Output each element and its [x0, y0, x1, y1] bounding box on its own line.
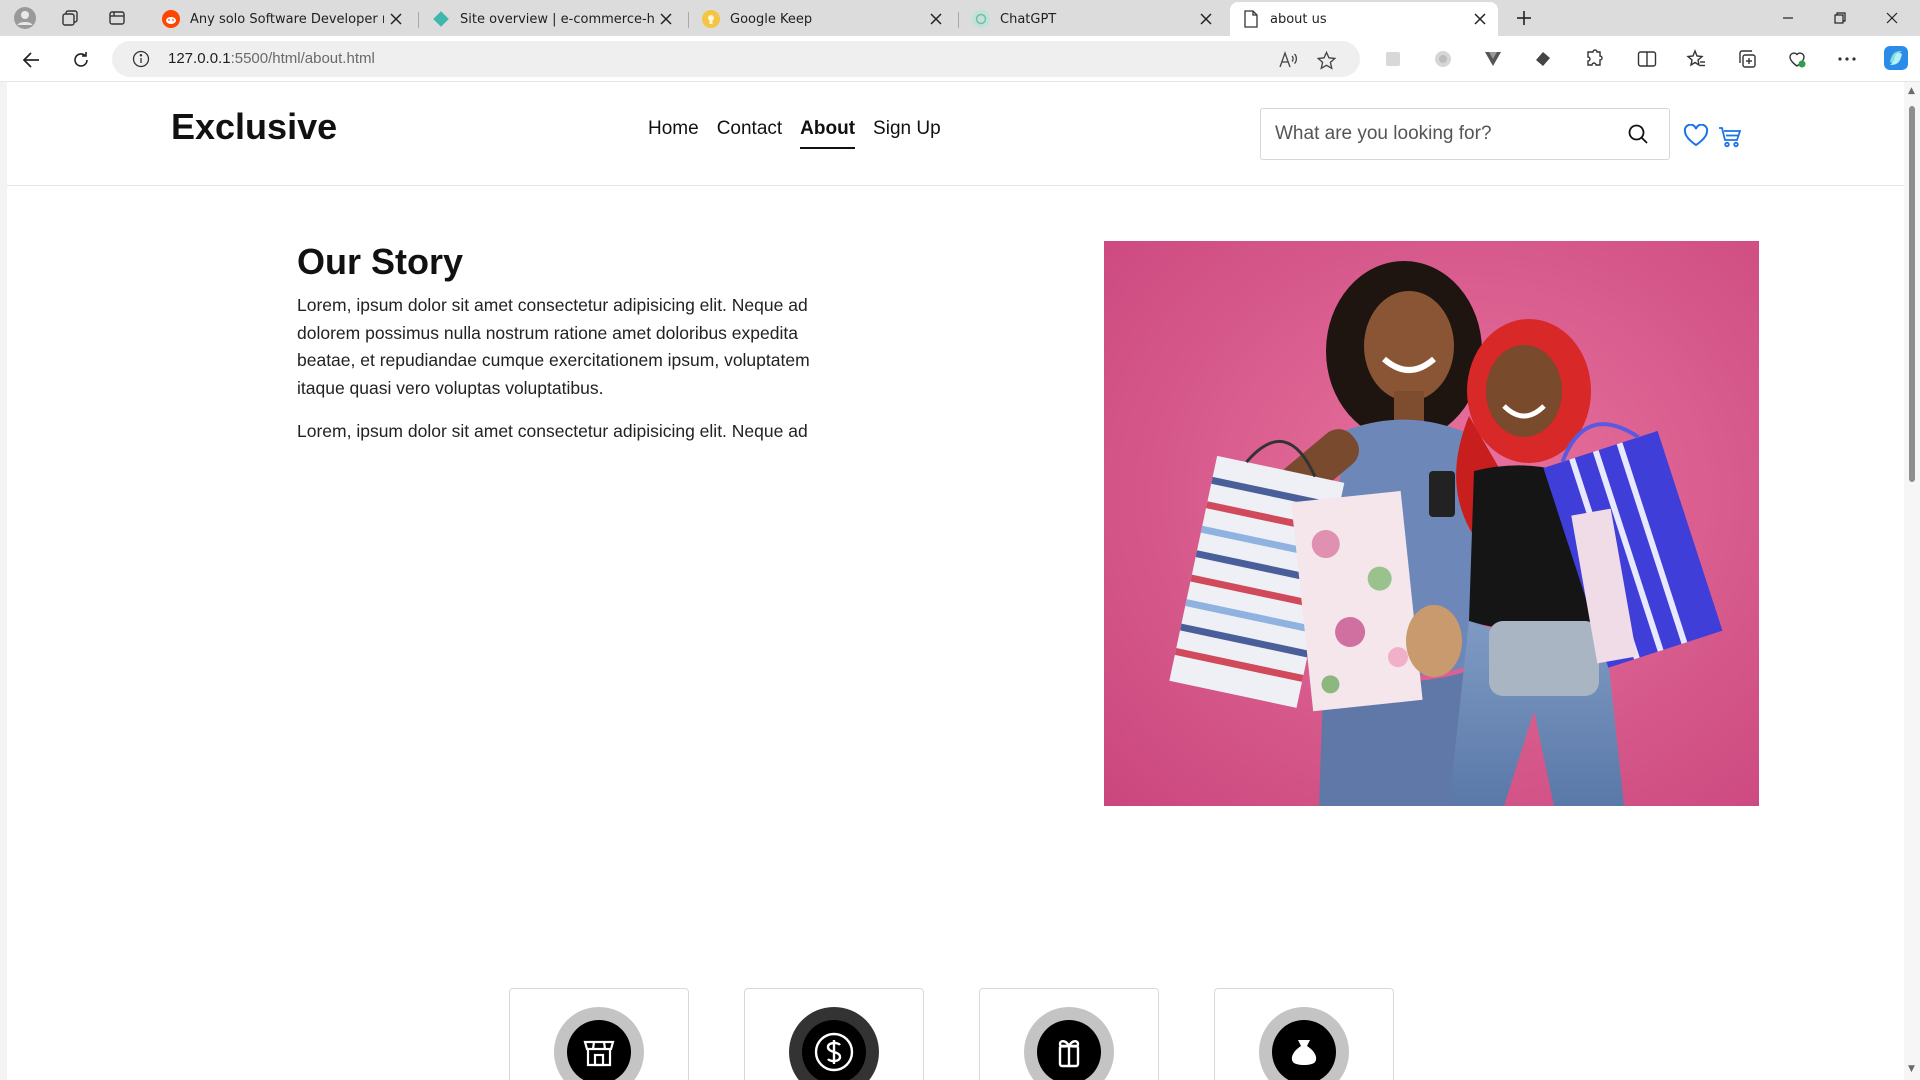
nav-home[interactable]: Home — [648, 118, 699, 149]
collections-icon[interactable] — [1735, 47, 1759, 71]
tab-google-keep[interactable]: Google Keep — [690, 2, 954, 36]
reload-icon[interactable] — [65, 44, 97, 76]
search-box — [1260, 108, 1670, 160]
tab-title: Any solo Software Developer ma — [190, 11, 384, 27]
scroll-down-arrow-icon[interactable]: ▼ — [1908, 1064, 1915, 1074]
gift-icon — [1037, 1020, 1101, 1080]
page-viewport: Exclusive Home Contact About Sign Up Our… — [0, 82, 1904, 1080]
url-host: 127.0.0.1 — [168, 50, 231, 67]
stat-icon-ring — [1024, 1007, 1114, 1080]
extension-vue-icon[interactable] — [1481, 47, 1505, 71]
scrollbar-thumb[interactable] — [1909, 106, 1915, 482]
url-path: :5500/html/about.html — [230, 50, 375, 67]
close-tab-icon[interactable] — [1194, 7, 1218, 31]
stat-card — [979, 988, 1159, 1080]
moneybag-icon — [1272, 1020, 1336, 1080]
back-icon[interactable] — [15, 44, 47, 76]
tab-title: ChatGPT — [1000, 11, 1057, 27]
browser-tab-bar: Any solo Software Developer ma Site over… — [0, 0, 1920, 36]
extension-circle-icon[interactable] — [1431, 47, 1455, 71]
chatgpt-icon — [972, 10, 990, 28]
stat-icon-ring — [789, 1007, 879, 1080]
extensions-icon[interactable] — [1581, 47, 1605, 71]
stat-card — [744, 988, 924, 1080]
close-tab-icon[interactable] — [654, 7, 678, 31]
close-tab-icon[interactable] — [924, 7, 948, 31]
stat-card — [1214, 988, 1394, 1080]
tab-reddit[interactable]: Any solo Software Developer ma — [150, 2, 414, 36]
tab-actions-icon[interactable] — [104, 6, 130, 30]
close-tab-icon[interactable] — [1468, 7, 1492, 31]
nav-contact[interactable]: Contact — [717, 118, 782, 149]
google-keep-icon — [702, 10, 720, 28]
new-tab-icon[interactable] — [1511, 6, 1537, 30]
tab-title: about us — [1270, 11, 1327, 27]
tab-about-us[interactable]: about us — [1230, 2, 1498, 36]
minimize-icon[interactable] — [1762, 0, 1814, 36]
extension-dark-icon[interactable] — [1531, 47, 1555, 71]
favorites-icon[interactable] — [1684, 47, 1708, 71]
read-aloud-icon[interactable] — [1277, 49, 1299, 71]
page-title: Our Story — [297, 241, 464, 282]
split-screen-icon[interactable] — [1635, 47, 1659, 71]
cart-icon[interactable] — [1718, 126, 1742, 152]
netlify-icon — [432, 10, 450, 28]
hero-image — [1104, 241, 1759, 806]
nav-sign-up[interactable]: Sign Up — [873, 118, 941, 149]
nav-about[interactable]: About — [800, 118, 856, 149]
tab-netlify[interactable]: Site overview | e-commerce-htm — [420, 2, 684, 36]
tab-title: Google Keep — [730, 11, 813, 27]
story-paragraph-1: Lorem, ipsum dolor sit amet consectetur … — [297, 295, 810, 398]
close-window-icon[interactable] — [1866, 0, 1918, 36]
stat-icon-ring — [1259, 1007, 1349, 1080]
main-nav: Home Contact About Sign Up — [648, 118, 941, 149]
page-icon — [1242, 10, 1260, 28]
scroll-up-arrow-icon[interactable]: ▲ — [1908, 86, 1915, 96]
reddit-icon — [162, 10, 180, 28]
restore-icon[interactable] — [1814, 0, 1866, 36]
tab-chatgpt[interactable]: ChatGPT — [960, 2, 1224, 36]
stat-icon-ring — [554, 1007, 644, 1080]
wishlist-heart-icon[interactable] — [1683, 123, 1709, 152]
page-scrollbar[interactable]: ▲ ▼ — [1904, 82, 1920, 1080]
search-icon[interactable] — [1627, 123, 1649, 149]
site-info-icon[interactable] — [132, 50, 150, 72]
search-input[interactable] — [1275, 123, 1615, 145]
stat-card — [509, 988, 689, 1080]
close-tab-icon[interactable] — [384, 7, 408, 31]
story-paragraph-2: Lorem, ipsum dolor sit amet consectetur … — [297, 421, 808, 441]
extension-puzzle-gray-icon[interactable] — [1381, 47, 1405, 71]
address-bar[interactable]: 127.0.0.1:5500/html/about.html — [112, 41, 1360, 77]
dollar-icon — [802, 1020, 866, 1080]
more-menu-icon[interactable] — [1835, 47, 1859, 71]
browser-toolbar: 127.0.0.1:5500/html/about.html — [0, 36, 1920, 82]
site-logo[interactable]: Exclusive — [171, 106, 337, 148]
copilot-icon[interactable] — [1882, 44, 1910, 72]
favorite-star-icon[interactable] — [1315, 49, 1337, 71]
shop-icon — [567, 1020, 631, 1080]
browser-essentials-icon[interactable] — [1785, 47, 1809, 71]
url-text[interactable]: 127.0.0.1:5500/html/about.html — [168, 50, 375, 67]
workspaces-icon[interactable] — [57, 6, 83, 30]
site-header: Exclusive Home Contact About Sign Up — [7, 82, 1904, 186]
tab-title: Site overview | e-commerce-htm — [460, 11, 654, 27]
profile-icon[interactable] — [12, 6, 38, 30]
